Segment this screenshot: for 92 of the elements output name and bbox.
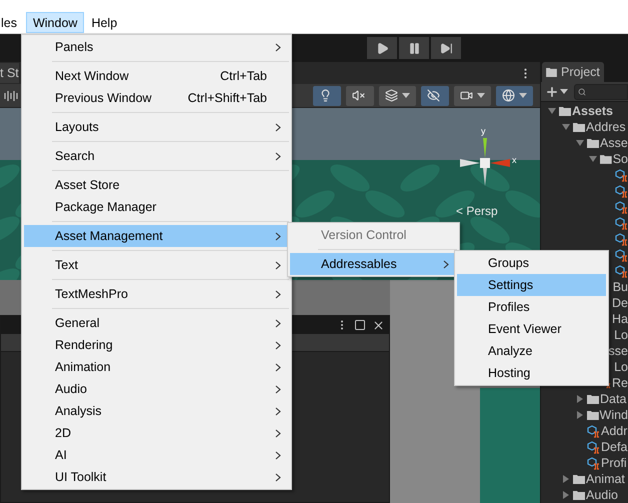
tab[interactable]: t St: [0, 63, 19, 83]
collapsed-arrow-icon[interactable]: [562, 491, 570, 499]
menu-item[interactable]: Analysis: [24, 400, 289, 422]
menu-item[interactable]: General: [24, 312, 289, 334]
menu-item[interactable]: Layouts: [24, 116, 289, 138]
menu-bar-item[interactable]: Window: [26, 12, 84, 33]
eye-off-icon: [427, 89, 440, 102]
axis-label: y: [481, 126, 486, 136]
folder-icon: [559, 106, 571, 116]
menu-item[interactable]: Text: [24, 254, 289, 276]
menu-item[interactable]: Search: [24, 145, 289, 167]
tree-item[interactable]: Addres: [586, 120, 626, 134]
tree-item[interactable]: Asse: [600, 136, 628, 150]
step-icon: [440, 42, 452, 54]
menu-bar-item[interactable]: les: [0, 12, 24, 33]
menu-item[interactable]: Analyze: [457, 340, 606, 362]
menu-item[interactable]: Audio: [24, 378, 289, 400]
folder-icon: [600, 154, 612, 164]
collapsed-arrow-icon[interactable]: [576, 411, 584, 419]
expanded-arrow-icon[interactable]: [548, 107, 556, 115]
collapsed-arrow-icon[interactable]: [576, 395, 584, 403]
menu-item[interactable]: Rendering: [24, 334, 289, 356]
layers-icon: [385, 89, 398, 102]
toolbar-button[interactable]: [313, 86, 341, 106]
folder-icon: [587, 394, 599, 404]
search-field[interactable]: [574, 84, 628, 100]
folder-icon: [573, 490, 585, 500]
plus-icon: [545, 84, 559, 98]
tree-item[interactable]: Profi: [601, 456, 627, 470]
toolbar-button[interactable]: [454, 86, 491, 106]
menu-item[interactable]: TextMeshPro: [24, 283, 289, 305]
menu-item[interactable]: AI: [24, 444, 289, 466]
expanded-arrow-icon[interactable]: [562, 123, 570, 131]
search-icon: [578, 88, 586, 96]
menu-item[interactable]: Addressables: [290, 253, 457, 275]
waveform-icon: [4, 90, 20, 102]
lightbulb-icon: [319, 89, 332, 102]
tree-item[interactable]: Wind: [600, 408, 628, 422]
folder-icon: [546, 68, 557, 76]
project-tab[interactable]: Project: [542, 62, 604, 82]
projection-label[interactable]: < Persp: [456, 204, 498, 218]
tree-item[interactable]: Re: [612, 376, 628, 390]
tree-item[interactable]: Bu: [612, 280, 628, 294]
axis-label: x: [512, 155, 516, 165]
tree-item[interactable]: Addr: [601, 424, 628, 438]
menu-item[interactable]: Asset Store: [24, 174, 289, 196]
menu-item[interactable]: 2D: [24, 422, 289, 444]
menu-item[interactable]: Groups: [457, 252, 606, 274]
expanded-arrow-icon[interactable]: [588, 155, 597, 163]
menu-item[interactable]: Asset Management: [24, 225, 289, 247]
tree-item[interactable]: Lo: [614, 360, 628, 374]
toolbar-button[interactable]: [346, 86, 374, 106]
tree-item[interactable]: So: [612, 152, 628, 166]
menu-item[interactable]: Event Viewer: [457, 318, 606, 340]
tree-item[interactable]: Audio: [586, 488, 618, 502]
menu-item[interactable]: Next Window Ctrl+Tab: [24, 65, 289, 87]
pause-icon: [408, 42, 420, 54]
menu-item[interactable]: Settings: [457, 274, 606, 296]
tree-item[interactable]: Ha: [612, 312, 628, 326]
folder-icon: [573, 474, 585, 484]
caret-icon: [560, 89, 568, 94]
mute-icon: [352, 89, 365, 102]
menu-item[interactable]: Profiles: [457, 296, 606, 318]
tree-item[interactable]: Data: [600, 392, 626, 406]
camera-icon: [460, 89, 473, 102]
play-button[interactable]: [367, 37, 397, 59]
tree-item[interactable]: Lo: [614, 328, 628, 342]
step-button[interactable]: [431, 37, 461, 59]
expanded-arrow-icon[interactable]: [576, 139, 584, 147]
menu-bar-item[interactable]: Help: [84, 12, 124, 33]
menu-item[interactable]: Animation: [24, 356, 289, 378]
menu-item[interactable]: Hosting: [457, 362, 606, 384]
play-icon: [376, 42, 388, 54]
toolbar-button[interactable]: [379, 86, 416, 106]
toolbar-button[interactable]: [421, 86, 449, 106]
menu-item[interactable]: Package Manager: [24, 196, 289, 218]
folder-icon: [587, 138, 599, 148]
add-button[interactable]: [545, 84, 568, 98]
tree-item[interactable]: Assets: [572, 104, 613, 118]
toolbar-button[interactable]: [496, 86, 533, 106]
collapsed-arrow-icon[interactable]: [562, 475, 570, 483]
maximize-icon[interactable]: [354, 319, 366, 331]
tree-item[interactable]: sse: [608, 344, 628, 358]
pause-button[interactable]: [399, 37, 429, 59]
tree-item[interactable]: Animat: [586, 472, 625, 486]
tree-item[interactable]: Defa: [601, 440, 628, 454]
tree-item[interactable]: De: [612, 296, 628, 310]
globe-icon: [502, 89, 515, 102]
menu-item[interactable]: UI Toolkit: [24, 466, 289, 488]
close-icon[interactable]: [372, 318, 385, 332]
folder-icon: [586, 410, 599, 420]
folder-icon: [573, 122, 585, 132]
